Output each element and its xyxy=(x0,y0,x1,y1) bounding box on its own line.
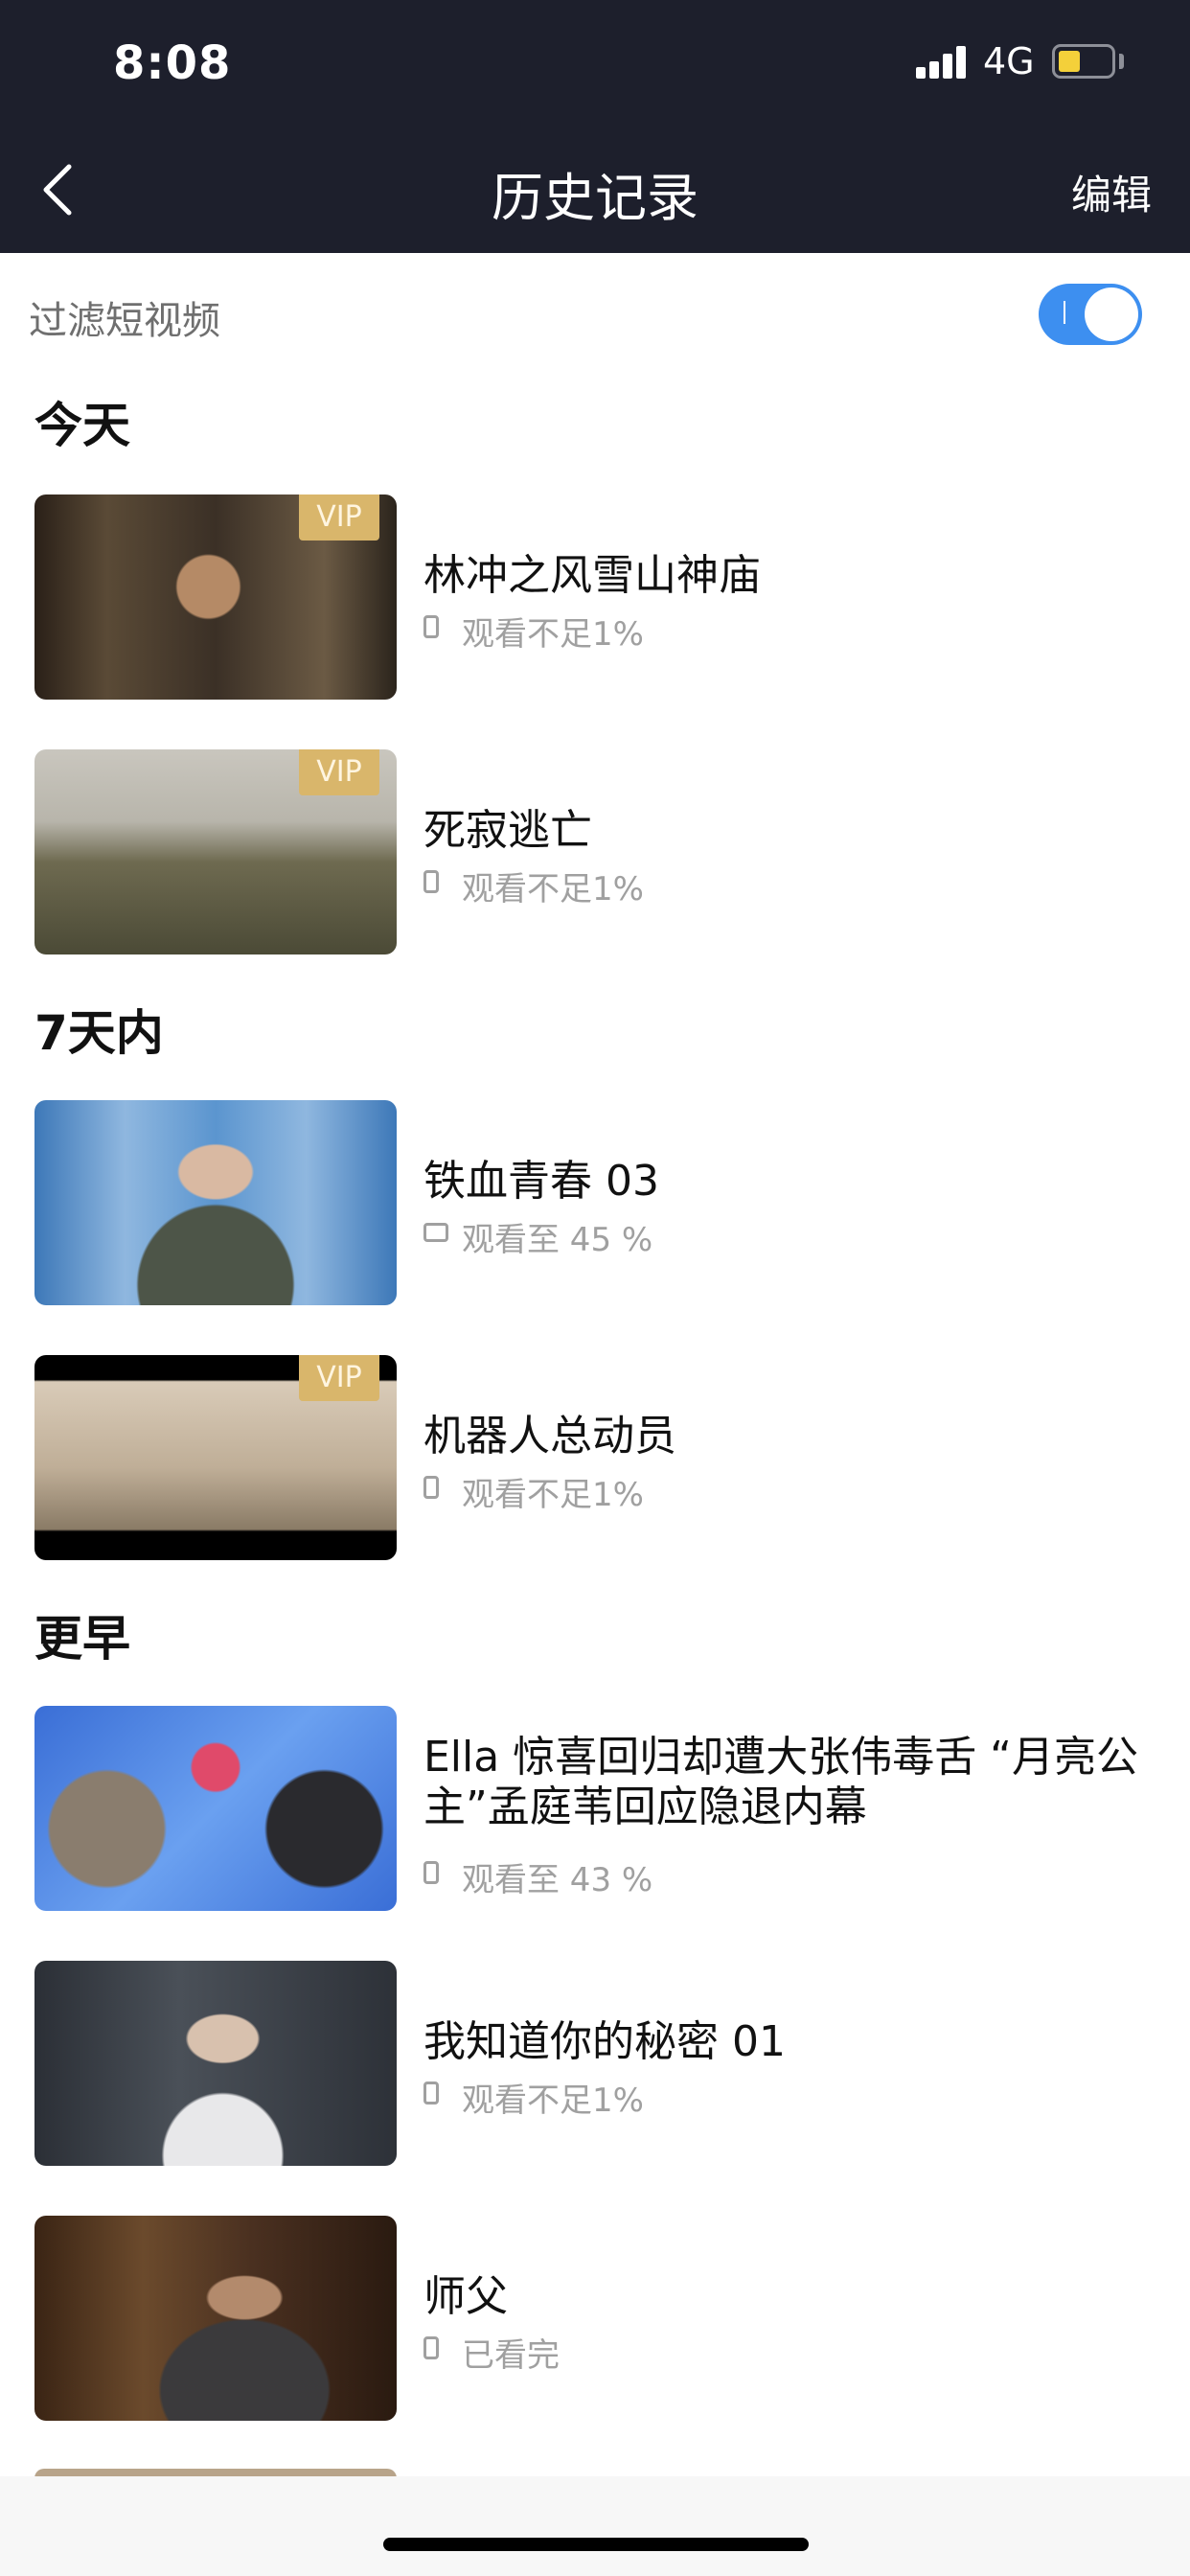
section-earlier: 更早 xyxy=(34,1611,130,1667)
video-thumbnail: VIP xyxy=(34,1355,397,1560)
history-item[interactable]: VIP 死寂逃亡 观看不足1% xyxy=(34,749,1165,954)
video-title: 我知道你的秘密 01 xyxy=(423,2017,786,2066)
toggle-on-mark xyxy=(1064,301,1065,324)
toggle-knob xyxy=(1085,288,1138,341)
home-indicator[interactable] xyxy=(383,2538,809,2551)
video-thumbnail: VIP xyxy=(34,494,397,700)
phone-icon xyxy=(423,870,439,893)
section-week: 7天内 xyxy=(34,1005,164,1061)
video-title: 铁血青春 03 xyxy=(423,1157,659,1206)
phone-icon xyxy=(423,2082,439,2104)
vip-badge: VIP xyxy=(299,749,379,795)
history-item[interactable]: 师父 已看完 xyxy=(34,2216,1165,2421)
history-screen: 8:08 4G 历史记录 编辑 过滤短视频 今天 VIP 林冲之风雪山神庙 观看… xyxy=(0,0,1190,2576)
bottom-safe-area xyxy=(0,2476,1190,2576)
vip-badge: VIP xyxy=(299,1355,379,1401)
phone-icon xyxy=(423,615,439,638)
page-title: 历史记录 xyxy=(492,168,698,228)
video-thumbnail xyxy=(34,2216,397,2421)
battery-icon xyxy=(1052,44,1115,79)
history-item[interactable]: 我知道你的秘密 01 观看不足1% xyxy=(34,1961,1165,2166)
video-title: 死寂逃亡 xyxy=(423,806,592,855)
vip-badge: VIP xyxy=(299,494,379,540)
video-thumbnail: VIP xyxy=(34,749,397,954)
status-time: 8:08 xyxy=(113,36,232,90)
video-thumbnail xyxy=(34,1961,397,2166)
tv-icon xyxy=(423,1223,448,1242)
section-today: 今天 xyxy=(34,398,130,453)
phone-icon xyxy=(423,1476,439,1499)
signal-icon xyxy=(916,44,970,79)
video-title: 机器人总动员 xyxy=(423,1412,676,1460)
history-item[interactable]: 铁血青春 03 观看至 45 % xyxy=(34,1100,1165,1305)
video-title: 师父 xyxy=(423,2272,508,2321)
video-title: 林冲之风雪山神庙 xyxy=(423,551,761,600)
video-thumbnail xyxy=(34,1100,397,1305)
phone-icon xyxy=(423,2336,439,2359)
video-thumbnail xyxy=(34,1706,397,1911)
network-type: 4G xyxy=(983,40,1035,82)
edit-button[interactable]: 编辑 xyxy=(1071,163,1152,221)
history-item[interactable]: Ella 惊喜回归却遭大张伟毒舌 “月亮公主”孟庭苇回应隐退内幕 观看至 43 … xyxy=(34,1706,1165,1911)
history-item[interactable]: VIP 林冲之风雪山神庙 观看不足1% xyxy=(34,494,1165,700)
video-title: Ella 惊喜回归却遭大张伟毒舌 “月亮公主”孟庭苇回应隐退内幕 xyxy=(423,1733,1138,1831)
history-item[interactable]: VIP 机器人总动员 观看不足1% xyxy=(34,1355,1165,1560)
filter-short-video-toggle[interactable] xyxy=(1039,284,1142,345)
battery-cap xyxy=(1119,54,1124,69)
phone-icon xyxy=(423,1861,439,1884)
top-bar: 8:08 4G 历史记录 编辑 xyxy=(0,0,1190,253)
filter-short-video-label: 过滤短视频 xyxy=(29,299,220,343)
